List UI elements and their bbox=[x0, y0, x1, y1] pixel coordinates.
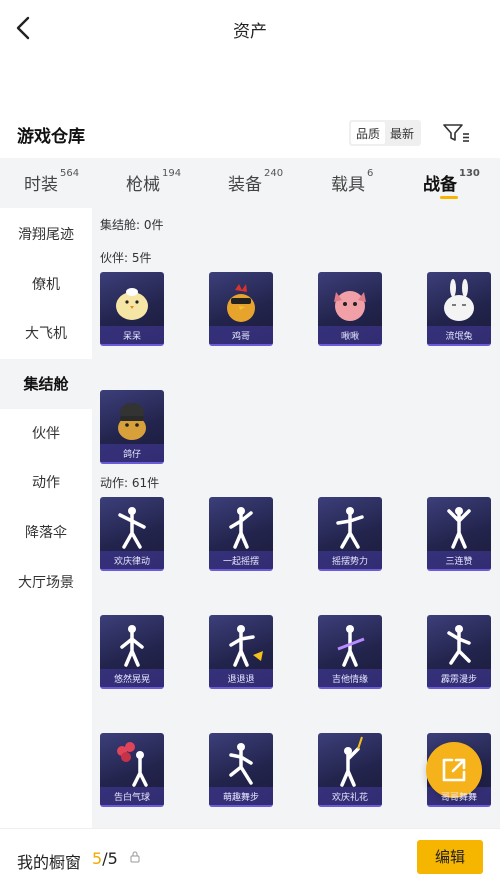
sort-quality-option[interactable]: 品质 bbox=[351, 122, 386, 144]
tab-label: 枪械 bbox=[126, 175, 160, 195]
tab-count: 194 bbox=[162, 168, 182, 179]
tab-label: 装备 bbox=[228, 175, 262, 195]
card-label: 萌趣舞步 bbox=[222, 793, 259, 803]
dancer-icon bbox=[229, 743, 253, 785]
sidebar-item-actions[interactable]: 动作 bbox=[0, 458, 92, 508]
tab-count: 130 bbox=[459, 168, 480, 179]
action-card[interactable]: 退退退 bbox=[209, 615, 273, 689]
card-label: 霹雳漫步 bbox=[440, 675, 477, 685]
actions-count-label: 动作: 61件 bbox=[100, 476, 160, 490]
sort-newest-option[interactable]: 最新 bbox=[385, 122, 419, 144]
card-label: 退退退 bbox=[227, 675, 255, 685]
tab-label: 战备 bbox=[423, 175, 457, 195]
card-label: 哥哥舞舞 bbox=[440, 793, 477, 803]
tab-count: 240 bbox=[264, 168, 284, 179]
sidebar-item-parachute[interactable]: 降落伞 bbox=[0, 508, 92, 558]
partner-card-rabbit[interactable]: 流氓兔 bbox=[427, 272, 491, 346]
card-label: 吉他情缘 bbox=[331, 675, 368, 685]
showcase-current: 5 bbox=[92, 849, 103, 868]
partner-card-jiujiu[interactable]: 啾啾 bbox=[318, 272, 382, 346]
lock-icon bbox=[130, 851, 140, 863]
sidebar-item-lobby-scene[interactable]: 大厅场景 bbox=[0, 558, 92, 608]
dancer-icon bbox=[447, 625, 471, 665]
pigeon-icon bbox=[118, 403, 146, 440]
tab-label: 时装 bbox=[24, 175, 58, 195]
bottom-bar: 我的橱窗 5/5 编辑 bbox=[0, 828, 500, 885]
sidebar-item-partners[interactable]: 伙伴 bbox=[0, 409, 92, 459]
partners-count-label: 伙伴: 5件 bbox=[100, 251, 152, 265]
sidebar-item-assembly-pod[interactable]: 集结舱 bbox=[0, 359, 92, 409]
rabbit-icon bbox=[444, 279, 474, 321]
pink-creature-icon bbox=[334, 291, 366, 321]
action-card[interactable]: 告白气球 bbox=[100, 733, 164, 807]
action-card[interactable]: 吉他情缘 bbox=[318, 615, 382, 689]
partner-card-gezai[interactable]: 鸽仔 bbox=[100, 390, 164, 464]
showcase-total: /5 bbox=[102, 849, 118, 868]
card-label: 三连赞 bbox=[445, 557, 473, 567]
dancer-icon bbox=[120, 625, 144, 667]
tab-count: 564 bbox=[60, 168, 80, 179]
rooster-icon bbox=[227, 284, 255, 322]
sidebar-item-wingman[interactable]: 僚机 bbox=[0, 260, 92, 310]
card-label: 悠然晃晃 bbox=[113, 675, 150, 685]
action-card[interactable]: 一起摇摆 bbox=[209, 497, 273, 571]
card-label: 欢庆律动 bbox=[113, 557, 150, 567]
chick-icon bbox=[116, 288, 148, 320]
action-card[interactable]: 萌趣舞步 bbox=[209, 733, 273, 807]
tab-label: 载具 bbox=[331, 175, 365, 195]
action-card[interactable]: 欢庆礼花 bbox=[318, 733, 382, 807]
content-area: 集结舱: 0件 伙伴: 5件 呆呆 鸡哥 啾啾 流氓兔 鸽仔 动作: 61件 欢… bbox=[92, 208, 500, 828]
card-label: 鸡哥 bbox=[231, 332, 250, 342]
sidebar: 滑翔尾迹 僚机 大飞机 集结舱 伙伴 动作 降落伞 大厅场景 bbox=[0, 208, 92, 828]
showcase-label: 我的橱窗 bbox=[17, 853, 82, 872]
dancer-icon bbox=[229, 625, 263, 667]
dancer-icon bbox=[118, 507, 146, 549]
action-card[interactable]: 霹雳漫步 bbox=[427, 615, 491, 689]
showcase-count: 5/5 bbox=[92, 849, 118, 868]
pod-count-label: 集结舱: 0件 bbox=[100, 218, 164, 232]
card-label: 啾啾 bbox=[340, 332, 359, 342]
tab-count: 6 bbox=[367, 168, 374, 179]
partner-card-jige[interactable]: 鸡哥 bbox=[209, 272, 273, 346]
sort-toggle: 品质 最新 bbox=[349, 120, 422, 146]
sidebar-item-big-plane[interactable]: 大飞机 bbox=[0, 309, 92, 359]
edit-button[interactable]: 编辑 bbox=[417, 840, 483, 874]
action-card[interactable]: 悠然晃晃 bbox=[100, 615, 164, 689]
action-card[interactable]: 三连赞 bbox=[427, 497, 491, 571]
card-label: 鸽仔 bbox=[122, 450, 141, 460]
top-bar: 资产 bbox=[0, 0, 500, 60]
category-tabs: 时装564 枪械194 装备240 载具6 战备130 bbox=[0, 158, 500, 208]
card-label: 告白气球 bbox=[113, 793, 150, 803]
section-header: 游戏仓库 bbox=[0, 110, 500, 156]
card-label: 摇摆势力 bbox=[331, 557, 368, 567]
confetti-dancer-icon bbox=[340, 736, 363, 787]
card-label: 呆呆 bbox=[122, 332, 141, 342]
partner-card-daidai[interactable]: 呆呆 bbox=[100, 272, 164, 346]
active-tab-indicator bbox=[440, 196, 458, 199]
guitar-dancer-icon bbox=[337, 625, 365, 667]
sidebar-item-glide-trail[interactable]: 滑翔尾迹 bbox=[0, 210, 92, 260]
action-card[interactable]: 欢庆律动 bbox=[100, 497, 164, 571]
card-label: 欢庆礼花 bbox=[331, 793, 368, 803]
balloon-dancer-icon bbox=[117, 742, 148, 787]
tab-vehicles[interactable]: 载具6 bbox=[331, 168, 374, 195]
filter-icon[interactable] bbox=[442, 122, 470, 144]
tab-equipment[interactable]: 装备240 bbox=[228, 168, 284, 195]
card-label: 流氓兔 bbox=[445, 332, 473, 342]
section-title: 游戏仓库 bbox=[17, 127, 85, 147]
card-label: 一起摇摆 bbox=[222, 557, 259, 567]
dancer-icon bbox=[229, 507, 253, 549]
page-title: 资产 bbox=[233, 22, 267, 42]
tab-fashion[interactable]: 时装564 bbox=[24, 168, 80, 195]
tab-weapons[interactable]: 枪械194 bbox=[126, 168, 182, 195]
action-card[interactable]: 摇摆势力 bbox=[318, 497, 382, 571]
dancer-icon bbox=[447, 507, 471, 549]
dancer-icon bbox=[336, 507, 364, 549]
tab-battle-gear[interactable]: 战备130 bbox=[423, 168, 480, 195]
